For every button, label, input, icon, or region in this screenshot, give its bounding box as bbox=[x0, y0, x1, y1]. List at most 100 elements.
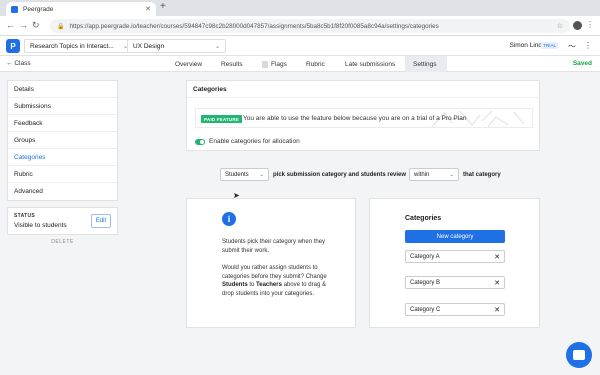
reload-icon[interactable]: ↻ bbox=[32, 20, 40, 31]
sidebar-item-label: Details bbox=[14, 85, 34, 93]
info-bold-students: Students bbox=[222, 282, 248, 288]
bookmark-star-icon[interactable]: ☆ bbox=[557, 22, 563, 30]
delete-icon[interactable]: ✕ bbox=[494, 279, 500, 287]
sidebar-item-rubric[interactable]: Rubric bbox=[8, 166, 117, 183]
delete-icon[interactable]: ✕ bbox=[494, 253, 500, 261]
review-scope-value: within bbox=[414, 171, 430, 178]
new-tab-icon[interactable]: + bbox=[160, 1, 166, 12]
browser-tab-bar: Peergrade ✕ + bbox=[0, 0, 600, 16]
sidebar-item-label: Submissions bbox=[14, 102, 51, 110]
peergrade-logo[interactable]: P bbox=[6, 39, 20, 53]
control-middle-text: pick submission category and students re… bbox=[273, 172, 407, 178]
info-bold-teachers: Teachers bbox=[256, 282, 282, 288]
sidebar-item-label: Feedback bbox=[14, 119, 43, 127]
tab-rubric[interactable]: Rubric bbox=[298, 56, 333, 72]
profile-avatar-icon[interactable] bbox=[573, 21, 582, 30]
tab-label: Results bbox=[221, 60, 243, 68]
sidebar-item-advanced[interactable]: Advanced bbox=[8, 183, 117, 200]
tab-label: Flags bbox=[271, 60, 287, 68]
sidebar-item-feedback[interactable]: Feedback bbox=[8, 115, 117, 132]
sidebar-item-details[interactable]: Details bbox=[8, 81, 117, 98]
tab-flags[interactable]: Flags bbox=[254, 56, 295, 72]
info-paragraph-1: Students pick their category when they s… bbox=[222, 239, 326, 254]
browser-menu-icon[interactable]: ⋮ bbox=[586, 20, 594, 29]
course-select[interactable]: Research Topics in Interact... ⌄ bbox=[24, 39, 134, 53]
edit-status-button[interactable]: Edit bbox=[91, 214, 111, 228]
address-bar: ← → ↻ 🔒 https://app.peergrade.io/teacher… bbox=[0, 16, 600, 36]
tab-label: Settings bbox=[413, 60, 437, 68]
more-menu-icon[interactable]: ⋮ bbox=[584, 41, 592, 50]
category-name: Category A bbox=[410, 253, 440, 260]
peergrade-favicon-icon bbox=[11, 5, 18, 13]
sidebar-item-label: Advanced bbox=[14, 188, 43, 195]
tab-overview[interactable]: Overview bbox=[167, 56, 210, 72]
close-icon[interactable]: ✕ bbox=[145, 5, 151, 13]
browser-tab[interactable]: Peergrade ✕ bbox=[6, 2, 156, 16]
back-to-class-link[interactable]: ← Class bbox=[6, 60, 31, 67]
delete-assignment-link[interactable]: DELETE bbox=[7, 239, 118, 245]
tab-results[interactable]: Results bbox=[213, 56, 251, 72]
assignment-select-value: UX Design bbox=[133, 42, 165, 50]
tab-label: Overview bbox=[175, 60, 203, 68]
category-list-card: Categories New category Category A ✕ Cat… bbox=[369, 198, 540, 328]
enable-categories-label: Enable categories for allocation bbox=[209, 138, 300, 145]
category-item[interactable]: Category A ✕ bbox=[405, 250, 505, 263]
enable-categories-toggle[interactable] bbox=[195, 139, 205, 145]
user-name[interactable]: Simon Lind bbox=[509, 42, 542, 49]
chevron-down-icon: ⌄ bbox=[449, 171, 454, 178]
tab-label: Rubric bbox=[306, 60, 325, 68]
app-header: P Research Topics in Interact... ⌄ UX De… bbox=[0, 36, 600, 56]
category-name: Category B bbox=[410, 279, 441, 286]
sidebar-item-label: Rubric bbox=[14, 170, 33, 178]
card-title: Categories bbox=[193, 86, 227, 93]
trial-badge: TRIAL bbox=[541, 42, 558, 49]
review-scope-select[interactable]: within ⌄ bbox=[409, 168, 459, 181]
browser-tab-title: Peergrade bbox=[23, 5, 54, 13]
info-paragraph-2: Would you rather assign students to cate… bbox=[222, 264, 332, 298]
course-select-value: Research Topics in Interact... bbox=[30, 42, 114, 50]
info-card: i Students pick their category when they… bbox=[186, 198, 356, 328]
paid-feature-badge: PAID FEATURE bbox=[201, 115, 242, 123]
tab-late-submissions[interactable]: Late submissions bbox=[337, 56, 403, 72]
category-item[interactable]: Category B ✕ bbox=[405, 276, 505, 289]
status-box: STATUS Visible to students Edit bbox=[7, 207, 118, 235]
who-picks-value: Students bbox=[225, 171, 249, 178]
new-category-button[interactable]: New category bbox=[405, 230, 505, 243]
forward-arrow-icon[interactable]: → bbox=[19, 20, 28, 30]
activity-icon[interactable]: 〜 bbox=[568, 41, 576, 52]
control-end-text: that category bbox=[463, 172, 501, 178]
lock-icon: 🔒 bbox=[57, 23, 65, 30]
sidebar-item-label: Groups bbox=[14, 136, 36, 144]
url-input[interactable]: 🔒 https://app.peergrade.io/teacher/cours… bbox=[50, 19, 570, 33]
tab-settings[interactable]: Settings bbox=[405, 56, 447, 72]
assignment-select[interactable]: UX Design ⌄ bbox=[127, 39, 226, 53]
status-value: Visible to students bbox=[14, 222, 67, 229]
info-text: to bbox=[247, 282, 257, 288]
category-name: Category C bbox=[410, 306, 441, 313]
divider bbox=[187, 97, 539, 98]
info-text: Would you rather assign students to cate… bbox=[222, 265, 327, 280]
back-arrow-icon[interactable]: ← bbox=[6, 20, 15, 30]
paid-feature-banner: PAID FEATURE You are able to use the fea… bbox=[195, 108, 533, 128]
chat-button[interactable] bbox=[566, 342, 592, 368]
sidebar-item-label: Categories bbox=[14, 153, 46, 161]
back-label: Class bbox=[14, 60, 31, 67]
chevron-down-icon: ⌄ bbox=[259, 171, 264, 178]
chevron-down-icon: ⌄ bbox=[214, 43, 220, 50]
who-picks-select[interactable]: Students ⌄ bbox=[220, 168, 269, 181]
status-label: STATUS bbox=[14, 213, 36, 219]
info-icon: i bbox=[222, 212, 236, 226]
chat-bubble-icon bbox=[573, 350, 585, 360]
assignment-nav: ← Class Overview Results Flags Rubric La… bbox=[0, 56, 600, 72]
category-list-title: Categories bbox=[405, 215, 442, 222]
sidebar-item-categories[interactable]: Categories bbox=[8, 149, 117, 166]
trial-info-text: You are able to use the feature below be… bbox=[243, 115, 467, 122]
category-item[interactable]: Category C ✕ bbox=[405, 303, 505, 316]
saved-indicator: Saved bbox=[572, 60, 592, 67]
tab-label: Late submissions bbox=[345, 60, 396, 68]
url-text: https://app.peergrade.io/teacher/courses… bbox=[69, 22, 439, 30]
delete-icon[interactable]: ✕ bbox=[494, 306, 500, 314]
sidebar-item-groups[interactable]: Groups bbox=[8, 132, 117, 149]
settings-sidebar: Details Submissions Feedback Groups Cate… bbox=[7, 80, 118, 201]
sidebar-item-submissions[interactable]: Submissions bbox=[8, 98, 117, 115]
